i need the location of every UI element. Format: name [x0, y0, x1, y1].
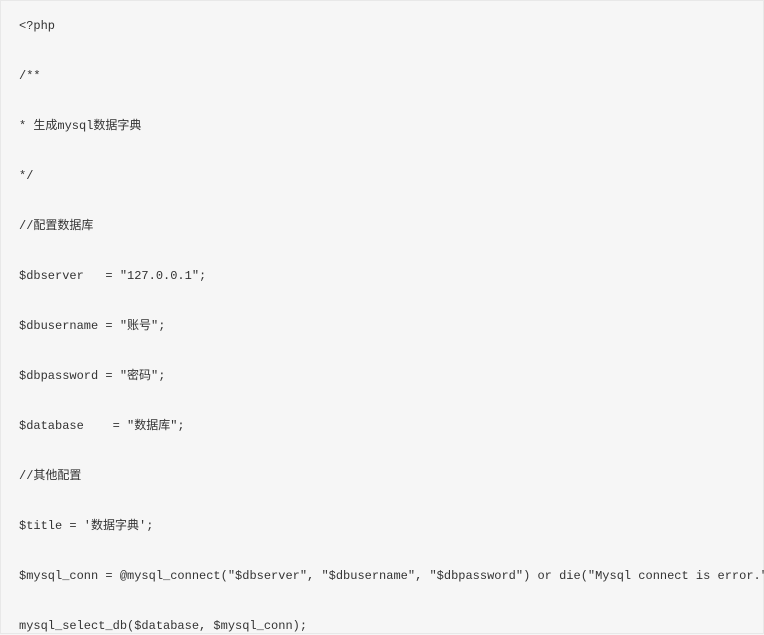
code-line: */: [19, 167, 745, 185]
code-line: //配置数据库: [19, 217, 745, 235]
code-line: $dbusername = "账号";: [19, 317, 745, 335]
code-line: /**: [19, 67, 745, 85]
code-line: $mysql_conn = @mysql_connect("$dbserver"…: [19, 567, 745, 585]
code-block: <?php /** * 生成mysql数据字典 */ //配置数据库 $dbse…: [19, 17, 745, 635]
code-line: $dbpassword = "密码";: [19, 367, 745, 385]
code-line: * 生成mysql数据字典: [19, 117, 745, 135]
code-line: $database = "数据库";: [19, 417, 745, 435]
code-line: mysql_select_db($database, $mysql_conn);: [19, 617, 745, 635]
code-line: <?php: [19, 17, 745, 35]
code-line: $dbserver = "127.0.0.1";: [19, 267, 745, 285]
code-line: $title = '数据字典';: [19, 517, 745, 535]
code-line: //其他配置: [19, 467, 745, 485]
